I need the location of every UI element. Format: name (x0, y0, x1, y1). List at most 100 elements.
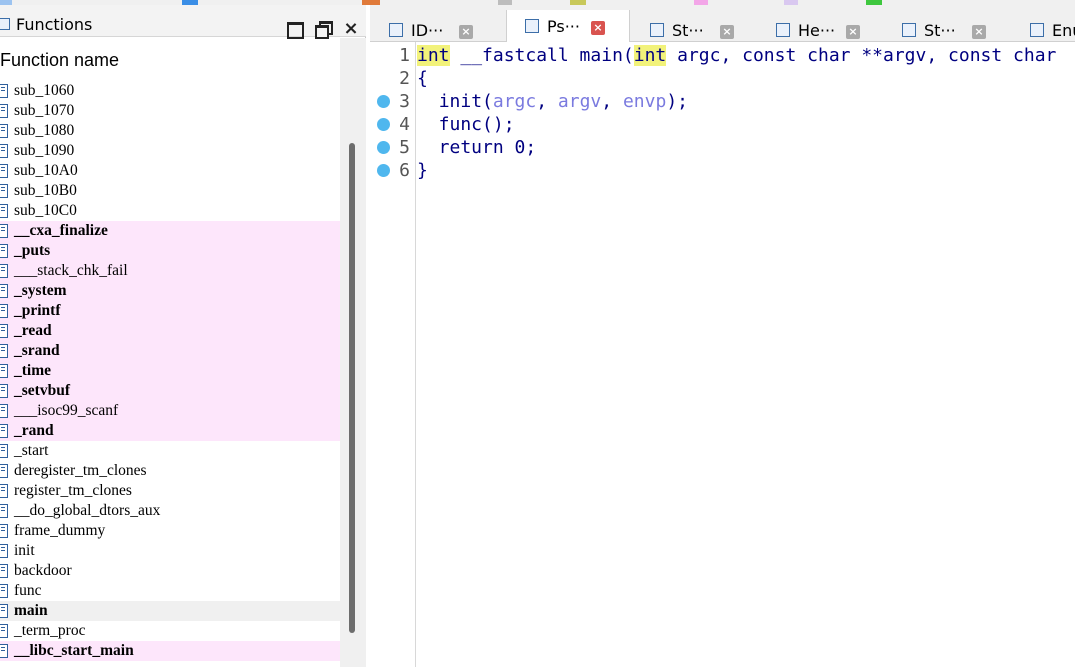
function-list-item[interactable]: ___isoc99_scanf (0, 401, 340, 421)
restore-icon[interactable] (314, 20, 333, 39)
function-list-item[interactable]: init (0, 541, 340, 561)
function-name: func (14, 582, 42, 599)
code-token: argv (557, 91, 602, 112)
function-icon (0, 104, 8, 118)
function-name: _start (14, 442, 49, 459)
tab-label: St··· (924, 21, 956, 40)
tab-close-icon[interactable]: × (972, 25, 986, 39)
function-name: deregister_tm_clones (14, 462, 147, 479)
tab-ida-view[interactable]: ID··· × (371, 12, 496, 45)
editor-tabs: ID··· × Ps··· × St··· × He··· × St··· × Enu (370, 5, 1075, 47)
line-number: 3 (399, 91, 410, 112)
code-line[interactable]: 3 init(argc, argv, envp); (370, 90, 1075, 113)
function-name: ___isoc99_scanf (14, 402, 119, 419)
function-list-item[interactable]: __cxa_finalize (0, 221, 340, 241)
function-name: sub_10A0 (14, 162, 78, 179)
function-list-item[interactable]: backdoor (0, 561, 340, 581)
functions-scrollbar-thumb[interactable] (349, 143, 355, 633)
breakpoint-icon[interactable] (377, 164, 390, 177)
tab-strings[interactable]: St··· × (884, 12, 1008, 45)
strings-icon (902, 23, 916, 37)
code-token: init( (438, 91, 493, 112)
function-icon (0, 344, 8, 358)
breakpoint-icon[interactable] (377, 95, 390, 108)
breakpoint-icon[interactable] (377, 141, 390, 154)
function-list-item[interactable]: _rand (0, 421, 340, 441)
function-icon (0, 504, 8, 518)
tab-label: Ps··· (547, 17, 580, 36)
code-line[interactable]: 4 func(); (370, 113, 1075, 136)
function-icon (0, 564, 8, 578)
function-list-item[interactable]: _time (0, 361, 340, 381)
function-list-item[interactable]: _term_proc (0, 621, 340, 641)
tab-enums[interactable]: Enu (1012, 12, 1075, 45)
tab-label: St··· (672, 21, 704, 40)
function-list-item[interactable]: __libc_start_main (0, 641, 340, 661)
tab-close-icon[interactable]: × (459, 25, 473, 39)
ida-view-icon (389, 23, 403, 37)
code-token: int (417, 45, 450, 66)
function-list-item[interactable]: sub_10C0 (0, 201, 340, 221)
function-name: __do_global_dtors_aux (14, 502, 161, 519)
code-text: return 0; (417, 137, 537, 158)
tab-close-icon[interactable]: × (591, 21, 605, 35)
tab-close-icon[interactable]: × (846, 25, 860, 39)
code-text: { (417, 68, 428, 89)
function-list-item[interactable]: main (0, 601, 340, 621)
line-number: 2 (399, 68, 410, 89)
tab-hex-view[interactable]: He··· × (758, 12, 882, 45)
tab-label: Enu (1052, 21, 1075, 40)
function-name: _srand (14, 342, 60, 359)
function-icon (0, 204, 8, 218)
function-list-item[interactable]: ___stack_chk_fail (0, 261, 340, 281)
function-icon (0, 224, 8, 238)
function-list-item[interactable]: func (0, 581, 340, 601)
function-list-item[interactable]: _setvbuf (0, 381, 340, 401)
code-line[interactable]: 6} (370, 159, 1075, 182)
code-text: } (417, 160, 428, 181)
function-list-item[interactable]: _read (0, 321, 340, 341)
close-icon[interactable]: × (342, 20, 360, 38)
function-list-item[interactable]: frame_dummy (0, 521, 340, 541)
function-list-item[interactable]: sub_10B0 (0, 181, 340, 201)
line-number: 4 (399, 114, 410, 135)
function-list-item[interactable]: _puts (0, 241, 340, 261)
code-token: , (536, 91, 558, 112)
tab-stack[interactable]: St··· × (632, 12, 756, 45)
function-name: __libc_start_main (14, 642, 134, 659)
code-line[interactable]: 2{ (370, 67, 1075, 90)
code-line[interactable]: 5 return 0; (370, 136, 1075, 159)
function-icon (0, 584, 8, 598)
function-list-item[interactable]: sub_1080 (0, 121, 340, 141)
function-name-column-header[interactable]: Function name (0, 50, 119, 71)
functions-window-icon (0, 18, 10, 30)
function-list-item[interactable]: _printf (0, 301, 340, 321)
function-list-item[interactable]: _system (0, 281, 340, 301)
function-list-item[interactable]: _srand (0, 341, 340, 361)
breakpoint-icon[interactable] (377, 118, 390, 131)
function-icon (0, 444, 8, 458)
function-list-item[interactable]: _start (0, 441, 340, 461)
function-name: sub_1090 (14, 142, 75, 159)
function-list-item[interactable]: sub_1070 (0, 101, 340, 121)
function-name: frame_dummy (14, 522, 106, 539)
enums-icon (1030, 23, 1044, 37)
function-list-item[interactable]: sub_1060 (0, 81, 340, 101)
function-name: backdoor (14, 562, 72, 579)
maximize-icon[interactable] (285, 20, 304, 39)
functions-panel-titlebar[interactable]: Functions × (0, 5, 366, 39)
function-name: _system (14, 282, 67, 299)
function-list-item[interactable]: register_tm_clones (0, 481, 340, 501)
tab-close-icon[interactable]: × (720, 25, 734, 39)
function-icon (0, 404, 8, 418)
code-token: argc (492, 91, 537, 112)
function-list-item[interactable]: sub_10A0 (0, 161, 340, 181)
function-list-item[interactable]: __do_global_dtors_aux (0, 501, 340, 521)
function-icon (0, 644, 8, 658)
function-list-item[interactable]: sub_1090 (0, 141, 340, 161)
function-icon (0, 144, 8, 158)
code-line[interactable]: 1 int __fastcall main(int argc, const cha… (370, 44, 1075, 67)
function-list-item[interactable]: deregister_tm_clones (0, 461, 340, 481)
code-token: , (601, 91, 623, 112)
code-text: init(argc, argv, envp); (417, 90, 688, 113)
